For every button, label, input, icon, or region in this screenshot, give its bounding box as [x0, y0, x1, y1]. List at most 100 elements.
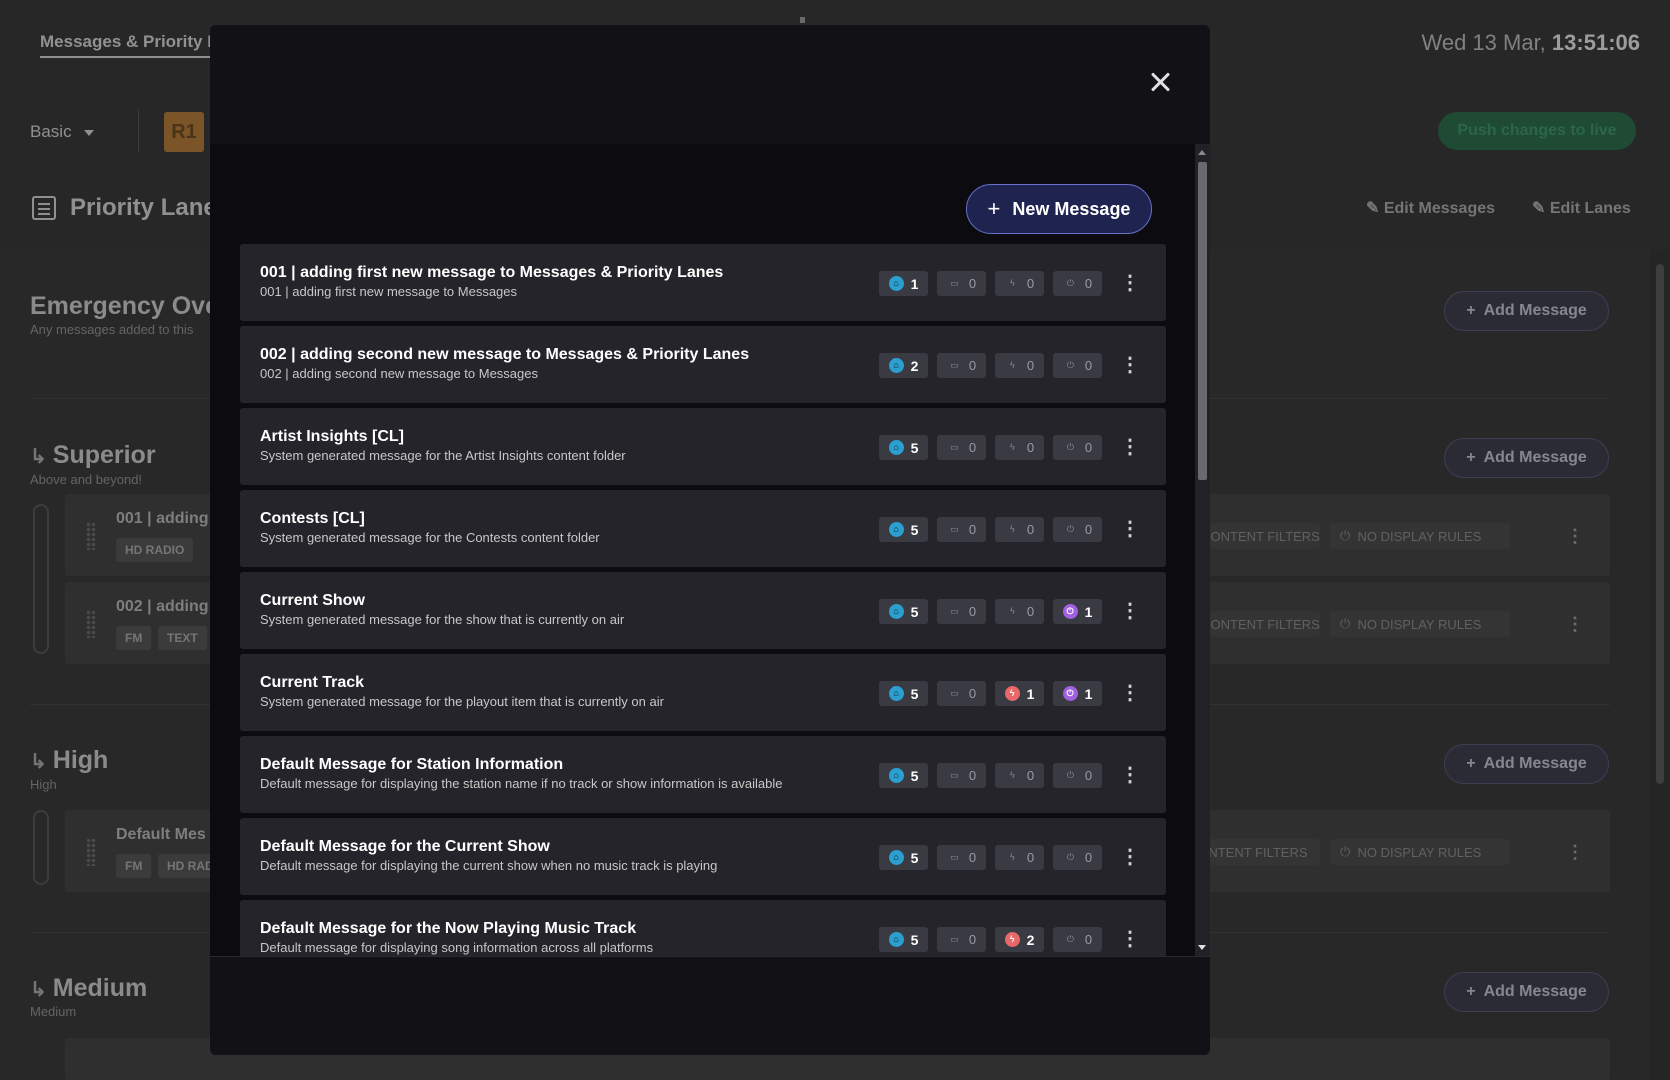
message-item[interactable]: Default Message for the Current Show Defa…: [240, 818, 1166, 895]
power-count-badge[interactable]: ⏻ 0: [1053, 517, 1102, 542]
power-count-badge[interactable]: ⏻ 0: [1053, 271, 1102, 296]
schedule-count-badge[interactable]: ▭ 0: [937, 927, 986, 952]
power-count: 1: [1084, 603, 1093, 620]
broadcast-count-badge[interactable]: ⌂ 5: [879, 517, 928, 542]
message-subtitle: System generated message for the Contest…: [260, 530, 600, 545]
schedule-count-badge[interactable]: ▭ 0: [937, 599, 986, 624]
message-item[interactable]: Current Show System generated message for…: [240, 572, 1166, 649]
broadcast-count: 5: [910, 767, 919, 784]
broadcast-count: 2: [910, 357, 919, 374]
trigger-count: 0: [1026, 768, 1035, 783]
message-item[interactable]: 002 | adding second new message to Messa…: [240, 326, 1166, 403]
message-title: Contests [CL]: [260, 510, 365, 527]
message-item[interactable]: Artist Insights [CL] System generated mes…: [240, 408, 1166, 485]
broadcast-count-badge[interactable]: ⌂ 1: [879, 271, 928, 296]
power-count-badge[interactable]: ⏻ 0: [1053, 435, 1102, 460]
schedule-count-badge[interactable]: ▭ 0: [937, 353, 986, 378]
power-count-badge[interactable]: ⏻ 0: [1053, 353, 1102, 378]
plus-icon: +: [987, 196, 1001, 221]
trigger-count: 0: [1026, 358, 1035, 373]
new-message-button[interactable]: + New Message: [966, 184, 1152, 234]
more-icon[interactable]: ⋮: [1120, 846, 1140, 868]
trigger-count-badge[interactable]: ϟ0: [995, 435, 1044, 460]
close-icon[interactable]: [1146, 67, 1176, 97]
broadcast-icon: ⌂: [888, 768, 904, 783]
trigger-count: 0: [1026, 276, 1035, 291]
more-icon[interactable]: ⋮: [1120, 928, 1140, 950]
power-icon: ⏻: [1066, 442, 1074, 452]
trigger-count-badge[interactable]: ϟ0: [995, 599, 1044, 624]
more-icon[interactable]: ⋮: [1120, 764, 1140, 786]
more-icon[interactable]: ⋮: [1120, 682, 1140, 704]
more-icon[interactable]: ⋮: [1120, 436, 1140, 458]
more-icon[interactable]: ⋮: [1120, 600, 1140, 622]
schedule-count-badge[interactable]: ▭ 0: [937, 517, 986, 542]
power-count-badge[interactable]: ⏻ 0: [1053, 763, 1102, 788]
broadcast-count-badge[interactable]: ⌂ 5: [879, 927, 928, 952]
schedule-count-badge[interactable]: ▭ 0: [937, 271, 986, 296]
more-icon[interactable]: ⋮: [1120, 272, 1140, 294]
message-item[interactable]: Contests [CL] System generated message fo…: [240, 490, 1166, 567]
modal-header: [210, 25, 1210, 144]
broadcast-count-badge[interactable]: ⌂ 5: [879, 763, 928, 788]
schedule-count-badge[interactable]: ▭ 0: [937, 435, 986, 460]
trigger-count-badge[interactable]: ϟ0: [995, 271, 1044, 296]
scroll-up-icon[interactable]: [1198, 150, 1206, 155]
message-title: 001 | adding first new message to Messag…: [260, 264, 724, 281]
trigger-count: 0: [1026, 522, 1035, 537]
power-count-badge[interactable]: ⏻ 1: [1053, 681, 1102, 706]
message-badges: ⌂ 5 ▭ 0 ϟ 1 ⏻ 1: [879, 681, 1102, 706]
power-count: 0: [1084, 768, 1093, 783]
broadcast-count-badge[interactable]: ⌂ 2: [879, 353, 928, 378]
scroll-down-icon[interactable]: [1198, 945, 1206, 950]
broadcast-icon: ⌂: [888, 440, 904, 455]
bolt-icon: ϟ: [1009, 852, 1015, 862]
more-icon[interactable]: ⋮: [1120, 518, 1140, 540]
trigger-count-badge[interactable]: ϟ0: [995, 845, 1044, 870]
bolt-icon: ϟ: [1004, 686, 1020, 701]
more-icon[interactable]: ⋮: [1120, 354, 1140, 376]
schedule-count-badge[interactable]: ▭ 0: [937, 681, 986, 706]
broadcast-count-badge[interactable]: ⌂ 5: [879, 599, 928, 624]
modal-scrollbar[interactable]: [1195, 144, 1210, 956]
trigger-count-badge[interactable]: ϟ2: [995, 927, 1044, 952]
edit-messages-modal: + New Message 001 | adding first new mes…: [210, 25, 1210, 1055]
power-count-badge[interactable]: ⏻ 0: [1053, 845, 1102, 870]
power-icon: ⏻: [1062, 604, 1078, 619]
broadcast-count: 5: [910, 521, 919, 538]
message-item[interactable]: Default Message for the Now Playing Musi…: [240, 900, 1166, 956]
message-subtitle: System generated message for the playout…: [260, 694, 664, 709]
trigger-count-badge[interactable]: ϟ1: [995, 681, 1044, 706]
broadcast-icon: ⌂: [888, 522, 904, 537]
calendar-icon: ▭: [950, 852, 959, 862]
trigger-count: 1: [1026, 685, 1035, 702]
calendar-icon: ▭: [950, 442, 959, 452]
schedule-count-badge[interactable]: ▭ 0: [937, 763, 986, 788]
drag-indicator: [800, 17, 805, 23]
power-count-badge[interactable]: ⏻ 1: [1053, 599, 1102, 624]
schedule-count: 0: [968, 850, 977, 865]
broadcast-count-badge[interactable]: ⌂ 5: [879, 845, 928, 870]
bolt-icon: ϟ: [1004, 932, 1020, 947]
calendar-icon: ▭: [950, 524, 959, 534]
message-item[interactable]: Default Message for Station Information D…: [240, 736, 1166, 813]
broadcast-count-badge[interactable]: ⌂ 5: [879, 681, 928, 706]
message-subtitle: System generated message for the show th…: [260, 612, 625, 627]
modal-scrollbar-thumb[interactable]: [1198, 162, 1207, 480]
schedule-count-badge[interactable]: ▭ 0: [937, 845, 986, 870]
broadcast-count: 5: [910, 603, 919, 620]
modal-footer: [210, 956, 1210, 1055]
bolt-icon: ϟ: [1009, 360, 1015, 370]
message-title: Current Show: [260, 592, 365, 609]
broadcast-icon: ⌂: [888, 604, 904, 619]
message-badges: ⌂ 5 ▭ 0 ϟ 0 ⏻ 0: [879, 517, 1102, 542]
broadcast-count: 5: [910, 685, 919, 702]
trigger-count-badge[interactable]: ϟ0: [995, 353, 1044, 378]
message-badges: ⌂ 5 ▭ 0 ϟ 0 ⏻ 1: [879, 599, 1102, 624]
message-item[interactable]: Current Track System generated message fo…: [240, 654, 1166, 731]
trigger-count-badge[interactable]: ϟ0: [995, 763, 1044, 788]
broadcast-count-badge[interactable]: ⌂ 5: [879, 435, 928, 460]
power-count-badge[interactable]: ⏻ 0: [1053, 927, 1102, 952]
trigger-count-badge[interactable]: ϟ0: [995, 517, 1044, 542]
message-item[interactable]: 001 | adding first new message to Messag…: [240, 244, 1166, 321]
